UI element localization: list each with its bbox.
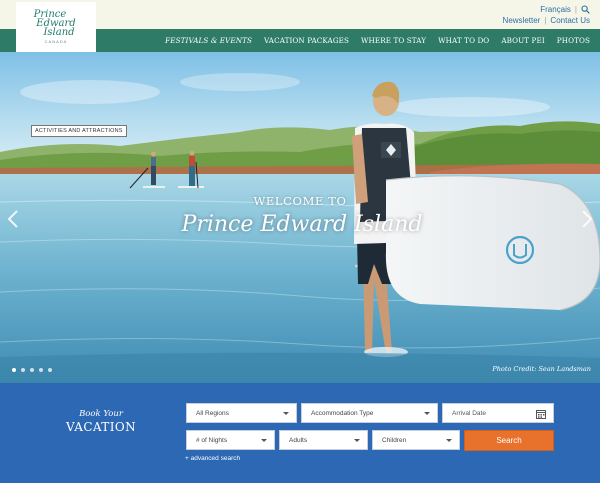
slider-next-arrow-icon[interactable]: [580, 209, 594, 229]
logo-country: CANADA: [44, 39, 68, 44]
chevron-down-icon: [446, 439, 452, 442]
regions-select[interactable]: All Regions: [186, 403, 297, 423]
slider-dots: [12, 368, 52, 372]
hero-banner: ACTIVITIES AND ATTRACTIONS WELCOME TO Pr…: [0, 52, 600, 383]
activities-tag[interactable]: ACTIVITIES AND ATTRACTIONS: [31, 125, 127, 137]
language-link[interactable]: Français: [540, 5, 571, 14]
arrival-date-field[interactable]: Arrival Date: [442, 403, 554, 423]
booking-title: Book Your VACATION: [56, 409, 146, 434]
booking-panel: Book Your VACATION All Regions Accommoda…: [0, 383, 600, 483]
contact-row: Newsletter | Contact Us: [503, 16, 590, 25]
site-logo[interactable]: Prince Edward Island CANADA: [16, 2, 96, 52]
chevron-down-icon: [283, 412, 289, 415]
utility-separator: |: [544, 16, 547, 25]
accommodation-select-value: Accommodation Type: [311, 409, 374, 417]
chevron-down-icon: [424, 412, 430, 415]
nav-item-about-pei[interactable]: ABOUT PEI: [501, 36, 544, 45]
nights-select[interactable]: # of Nights: [186, 430, 275, 450]
slider-dot[interactable]: [39, 368, 43, 372]
hero-welcome-text: WELCOME TO: [253, 194, 347, 208]
booking-title-line2: VACATION: [66, 420, 136, 434]
hero-title: Prince Edward Island: [181, 212, 423, 237]
slider-prev-arrow-icon[interactable]: [6, 209, 20, 229]
nav-item-where-to-stay[interactable]: WHERE TO STAY: [361, 36, 426, 45]
calendar-icon[interactable]: [536, 409, 546, 419]
arrival-date-placeholder: Arrival Date: [452, 409, 486, 417]
contact-us-link[interactable]: Contact Us: [550, 16, 590, 25]
search-button[interactable]: Search: [464, 430, 554, 451]
photo-credit: Photo Credit: Sean Landsman: [492, 365, 591, 373]
regions-select-value: All Regions: [196, 409, 229, 417]
slider-dot[interactable]: [12, 368, 16, 372]
nav-item-what-to-do[interactable]: WHAT TO DO: [438, 36, 489, 45]
utility-separator: |: [574, 5, 577, 14]
adults-select-value: Adults: [289, 436, 308, 444]
accommodation-type-select[interactable]: Accommodation Type: [301, 403, 438, 423]
adults-select[interactable]: Adults: [279, 430, 368, 450]
children-select-value: Children: [382, 436, 407, 444]
search-icon[interactable]: [581, 5, 590, 14]
chevron-down-icon: [261, 439, 267, 442]
nights-select-value: # of Nights: [196, 436, 228, 444]
nav-item-vacation-packages[interactable]: VACATION PACKAGES: [264, 36, 349, 45]
children-select[interactable]: Children: [372, 430, 460, 450]
language-row: Français |: [540, 5, 590, 14]
nav-item-photos[interactable]: PHOTOS: [557, 36, 590, 45]
logo-text: Island: [43, 27, 75, 38]
advanced-search-link[interactable]: + advanced search: [185, 455, 240, 462]
main-nav: FESTIVALS & EVENTS VACATION PACKAGES WHE…: [165, 29, 590, 52]
chevron-down-icon: [354, 439, 360, 442]
slider-dot[interactable]: [30, 368, 34, 372]
booking-title-line1: Book Your: [79, 409, 123, 419]
slider-dot[interactable]: [48, 368, 52, 372]
nav-item-festivals-events[interactable]: FESTIVALS & EVENTS: [165, 36, 252, 45]
slider-dot[interactable]: [21, 368, 25, 372]
newsletter-link[interactable]: Newsletter: [503, 16, 541, 25]
